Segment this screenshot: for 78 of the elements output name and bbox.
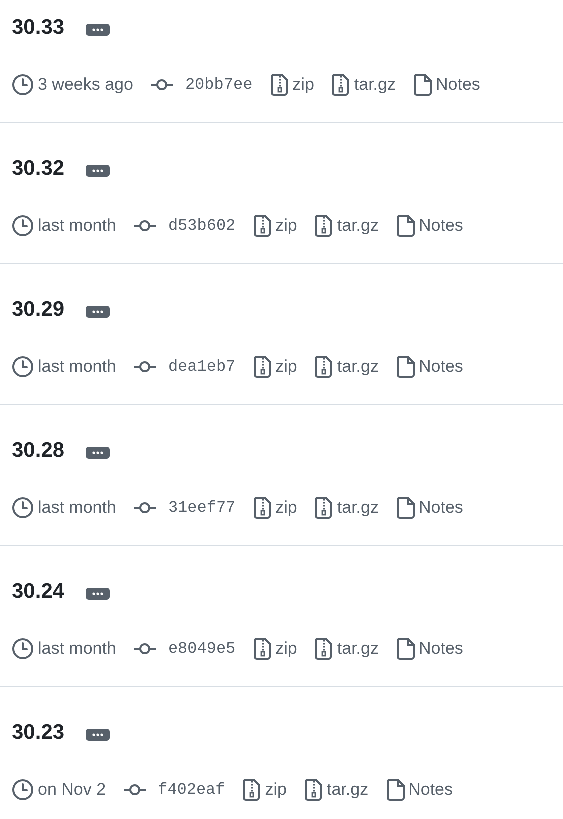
- release-time: last month: [38, 357, 116, 377]
- release-time: last month: [38, 216, 116, 236]
- zip-file-icon: [315, 497, 334, 519]
- zip-link[interactable]: zip: [276, 216, 298, 236]
- commit-link[interactable]: dea1eb7: [168, 358, 236, 376]
- tag-name-link[interactable]: 30.32: [12, 157, 65, 181]
- tag-name-link[interactable]: 30.28: [12, 439, 65, 463]
- commit-icon: [134, 643, 156, 655]
- ellipsis-button[interactable]: [86, 24, 110, 36]
- zip-file-icon: [270, 74, 289, 96]
- commit-icon: [151, 79, 174, 91]
- zip-file-icon: [243, 779, 262, 801]
- release-time: 3 weeks ago: [38, 75, 134, 95]
- zip-link[interactable]: zip: [276, 357, 298, 377]
- zip-link[interactable]: zip: [292, 75, 314, 95]
- notes-link[interactable]: Notes: [436, 75, 480, 95]
- notes-link[interactable]: Notes: [418, 216, 464, 236]
- clock-icon: [12, 356, 34, 378]
- clock-icon: [12, 74, 34, 96]
- zip-file-icon: [254, 497, 272, 519]
- notes-link[interactable]: Notes: [408, 780, 454, 800]
- commit-icon: [124, 784, 146, 796]
- commit-link[interactable]: 31eef77: [168, 499, 236, 517]
- file-icon: [386, 779, 405, 801]
- zip-file-icon: [305, 779, 323, 801]
- tag-name-link[interactable]: 30.33: [12, 16, 65, 40]
- tar-gz-link[interactable]: tar.gz: [337, 357, 379, 377]
- commit-link[interactable]: e8049e5: [168, 640, 236, 658]
- zip-link[interactable]: zip: [276, 639, 298, 659]
- ellipsis-icon: [90, 309, 106, 315]
- ellipsis-button[interactable]: [86, 306, 110, 318]
- file-icon: [414, 74, 432, 96]
- tar-gz-link[interactable]: tar.gz: [337, 216, 379, 236]
- ellipsis-button[interactable]: [86, 165, 110, 177]
- zip-file-icon: [254, 215, 272, 237]
- zip-file-icon: [315, 356, 334, 378]
- file-icon: [396, 497, 415, 519]
- clock-icon: [12, 779, 34, 801]
- tar-gz-link[interactable]: tar.gz: [327, 780, 369, 800]
- zip-link[interactable]: zip: [276, 498, 298, 518]
- file-icon: [396, 356, 415, 378]
- clock-icon: [12, 638, 34, 660]
- clock-icon: [12, 215, 34, 237]
- release-time: last month: [38, 498, 116, 518]
- ellipsis-icon: [90, 732, 106, 738]
- tag-name-link[interactable]: 30.23: [12, 721, 65, 745]
- notes-link[interactable]: Notes: [418, 357, 464, 377]
- clock-icon: [12, 497, 34, 519]
- tar-gz-link[interactable]: tar.gz: [354, 75, 396, 95]
- file-icon: [396, 215, 415, 237]
- zip-file-icon: [332, 74, 350, 96]
- commit-icon: [134, 502, 156, 514]
- zip-file-icon: [254, 356, 272, 378]
- tag-name-link[interactable]: 30.24: [12, 580, 65, 604]
- commit-icon: [134, 220, 156, 232]
- zip-link[interactable]: zip: [265, 780, 287, 800]
- ellipsis-button[interactable]: [86, 729, 110, 741]
- tar-gz-link[interactable]: tar.gz: [337, 498, 379, 518]
- commit-icon: [134, 361, 156, 373]
- ellipsis-button[interactable]: [86, 447, 110, 459]
- ellipsis-icon: [90, 168, 106, 174]
- commit-link[interactable]: 20bb7ee: [185, 76, 253, 94]
- ellipsis-icon: [90, 591, 106, 597]
- ellipsis-icon: [90, 450, 106, 456]
- commit-link[interactable]: f402eaf: [158, 781, 226, 799]
- ellipsis-button[interactable]: [86, 588, 110, 600]
- release-time: last month: [38, 639, 116, 659]
- ellipsis-icon: [90, 27, 106, 33]
- zip-file-icon: [315, 638, 334, 660]
- release-time: on Nov 2: [38, 780, 106, 800]
- tag-name-link[interactable]: 30.29: [12, 298, 65, 322]
- zip-file-icon: [315, 215, 334, 237]
- notes-link[interactable]: Notes: [418, 639, 464, 659]
- commit-link[interactable]: d53b602: [168, 217, 236, 235]
- notes-link[interactable]: Notes: [418, 498, 464, 518]
- file-icon: [396, 638, 415, 660]
- tar-gz-link[interactable]: tar.gz: [337, 639, 379, 659]
- zip-file-icon: [254, 638, 272, 660]
